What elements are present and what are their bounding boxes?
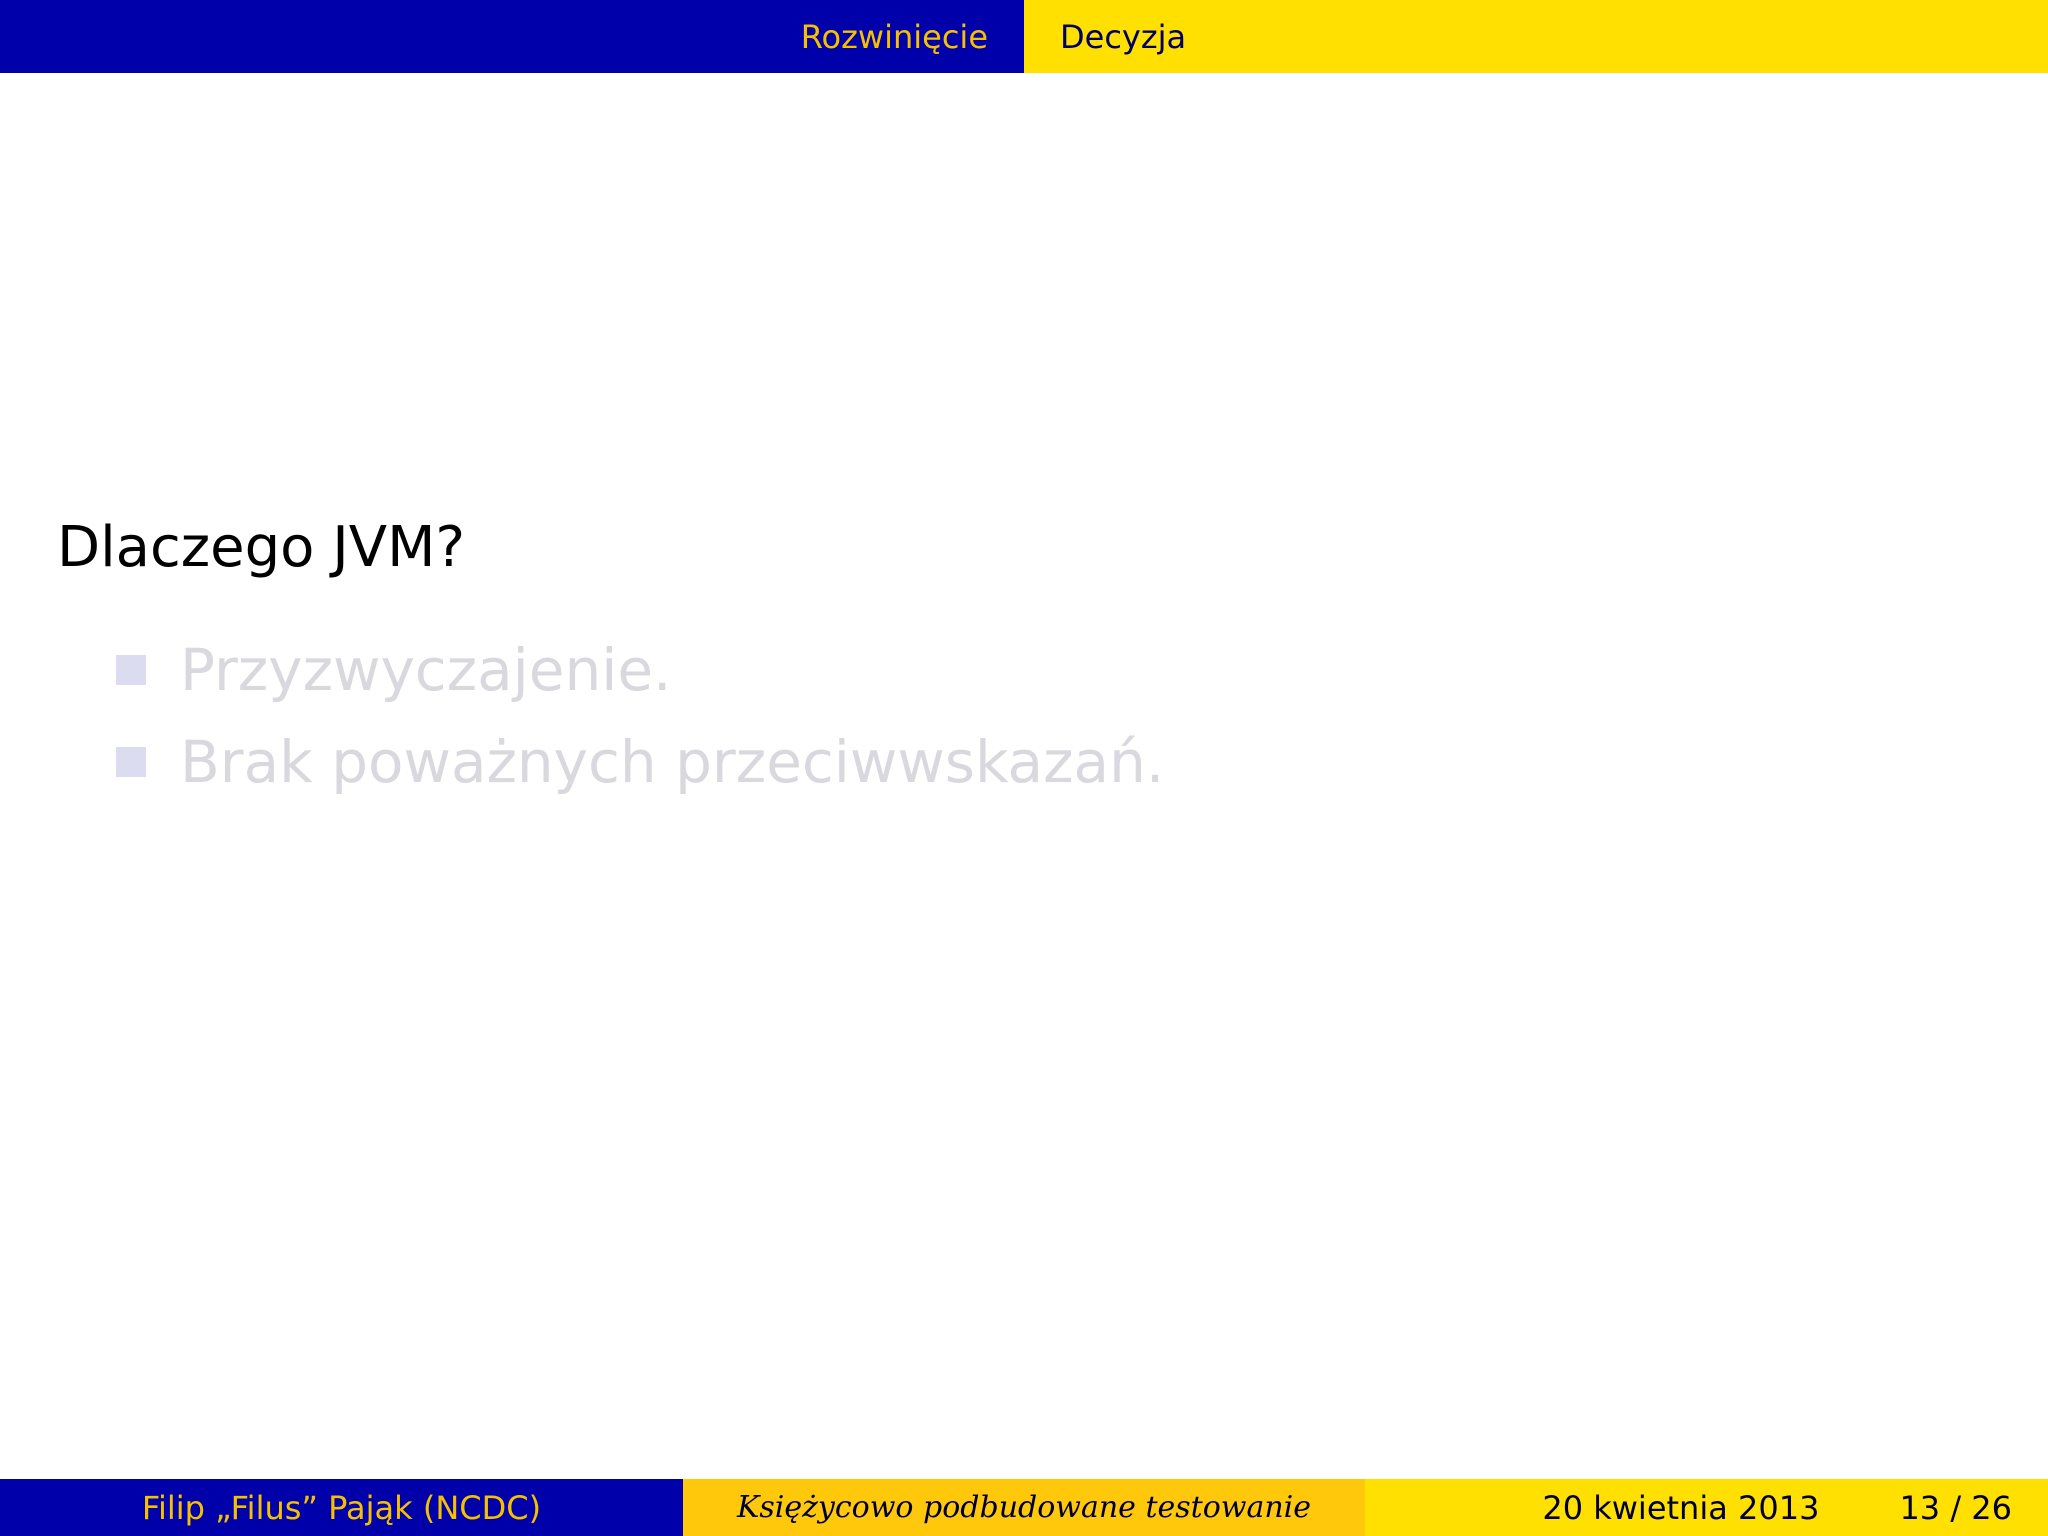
square-bullet-icon xyxy=(116,747,146,777)
square-bullet-icon xyxy=(116,655,146,685)
footer-title-panel: Księżycowo podbudowane testowanie xyxy=(683,1479,1365,1536)
list-item-text: Przyzwyczajenie. xyxy=(180,636,672,704)
list-item-text: Brak poważnych przeciwwskazań. xyxy=(180,728,1165,796)
footer-date: 20 kwietnia 2013 xyxy=(1542,1488,1820,1527)
footer-talk-title: Księżycowo podbudowane testowanie xyxy=(736,1490,1312,1525)
section-navigation-bar: Rozwinięcie Decyzja xyxy=(0,0,2048,73)
list-item: Brak poważnych przeciwwskazań. xyxy=(116,716,1164,808)
nav-section-rozwiniecie[interactable]: Rozwinięcie xyxy=(765,18,1024,56)
nav-left-panel: Rozwinięcie xyxy=(0,0,1024,73)
footer-author: Filip „Filus” Pająk (NCDC) xyxy=(141,1488,542,1527)
nav-section-decyzja[interactable]: Decyzja xyxy=(1024,18,1222,56)
nav-right-panel: Decyzja xyxy=(1024,0,2048,73)
bullet-list: Przyzwyczajenie. Brak poważnych przeciww… xyxy=(116,624,1164,808)
footer-info-panel: 20 kwietnia 2013 13 / 26 xyxy=(1365,1479,2048,1536)
footer-page-number: 13 / 26 xyxy=(1899,1488,2012,1527)
footer-author-panel: Filip „Filus” Pająk (NCDC) xyxy=(0,1479,683,1536)
list-item: Przyzwyczajenie. xyxy=(116,624,1164,716)
slide-title: Dlaczego JVM? xyxy=(57,515,466,580)
footer-bar: Filip „Filus” Pająk (NCDC) Księżycowo po… xyxy=(0,1479,2048,1536)
